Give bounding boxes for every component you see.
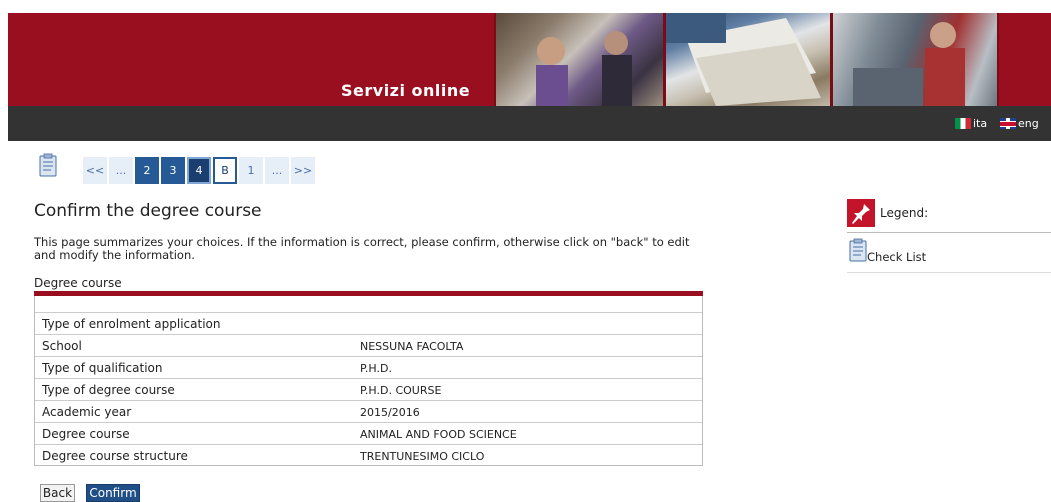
pager-ellipsis-end[interactable]: ... [265, 157, 289, 184]
table-row: School NESSUNA FACOLTA [35, 334, 702, 356]
row-key: School [42, 339, 82, 353]
uk-flag-icon [1000, 118, 1016, 129]
pager-ellipsis[interactable]: ... [109, 157, 133, 184]
table-row: Academic year 2015/2016 [35, 400, 702, 422]
row-value: P.H.D. [360, 362, 392, 375]
section-label: Degree course [34, 276, 122, 290]
legend-divider-bottom [847, 272, 1051, 273]
table-row: Type of qualification P.H.D. [35, 356, 702, 378]
table-header-row: Type of enrolment application [35, 312, 702, 334]
pager-first[interactable]: << [83, 157, 107, 184]
table-row: Degree course ANIMAL AND FOOD SCIENCE [35, 422, 702, 444]
legend-divider [847, 232, 1051, 233]
italy-flag-icon [955, 118, 971, 129]
pager-last[interactable]: >> [291, 157, 315, 184]
row-key: Type of qualification [42, 361, 163, 375]
row-value: 2015/2016 [360, 406, 420, 419]
language-ita-label: ita [973, 117, 988, 130]
legend-title: Legend: [880, 206, 929, 220]
language-eng-label: eng [1018, 117, 1039, 130]
confirm-button[interactable]: Confirm [86, 484, 140, 502]
header-photo-papers [664, 13, 832, 106]
clipboard-icon [849, 238, 867, 262]
header-photo-student-desk [831, 13, 999, 106]
row-value: TRENTUNESIMO CICLO [360, 450, 485, 463]
pager-step-1[interactable]: 1 [239, 157, 263, 184]
row-value: ANIMAL AND FOOD SCIENCE [360, 428, 517, 441]
row-value: P.H.D. COURSE [360, 384, 442, 397]
pager-step-b[interactable]: B [213, 157, 237, 184]
page-title: Confirm the degree course [34, 201, 262, 221]
brand-title: Servizi online [341, 81, 471, 100]
site-header: Servizi online [8, 13, 1051, 106]
top-navigation-bar [8, 106, 1051, 141]
language-ita[interactable]: ita [955, 117, 987, 130]
table-row: Type of degree course P.H.D. COURSE [35, 378, 702, 400]
row-key: Academic year [42, 405, 132, 419]
header-photo-students [494, 13, 665, 106]
row-key: Type of degree course [42, 383, 175, 397]
pager-step-3[interactable]: 3 [161, 157, 185, 184]
row-key: Degree course [42, 427, 130, 441]
table-row: Degree course structure TRENTUNESIMO CIC… [35, 444, 702, 466]
row-value: NESSUNA FACOLTA [360, 340, 464, 353]
degree-course-table: Type of enrolment application School NES… [34, 296, 703, 466]
clipboard-icon [39, 153, 57, 177]
language-eng[interactable]: eng [1000, 117, 1039, 130]
page-description: This page summarizes your choices. If th… [34, 235, 690, 262]
pin-icon [847, 199, 875, 227]
pager-step-4-current: 4 [187, 157, 211, 184]
table-header-label: Type of enrolment application [42, 317, 221, 331]
pager-step-2[interactable]: 2 [135, 157, 159, 184]
row-key: Degree course structure [42, 449, 188, 463]
step-pager: << ... 2 3 4 B 1 ... >> [83, 157, 315, 184]
legend-item-check-list: Check List [867, 250, 927, 264]
back-button[interactable]: Back [40, 484, 75, 502]
